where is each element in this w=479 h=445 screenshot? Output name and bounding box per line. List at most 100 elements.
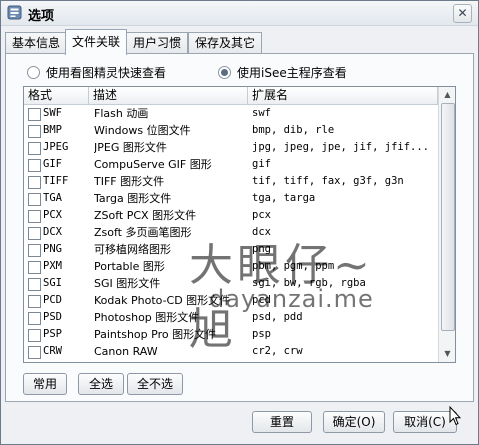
row-checkbox[interactable] <box>28 125 41 138</box>
row-checkbox[interactable] <box>28 295 41 308</box>
table-row[interactable]: CRW Canon RAW cr2, crw <box>24 343 438 360</box>
tab-save-and-other[interactable]: 保存及其它 <box>188 32 263 54</box>
column-header-extensions[interactable]: 扩展名 <box>248 87 438 104</box>
tab-file-association[interactable]: 文件关联 <box>65 29 128 55</box>
table-row[interactable]: PNG 可移植网络图形 png <box>24 241 438 258</box>
cell-description: ZSoft PCX 图形文件 <box>94 209 197 222</box>
table-row[interactable]: JPEG JPEG 图形文件 jpg, jpeg, jpe, jif, jfif..… <box>24 139 438 156</box>
select-all-button[interactable]: 全选 <box>78 373 124 395</box>
cell-extensions: sgi, bw, rgb, rgba <box>252 277 366 289</box>
settings-icon <box>7 5 22 20</box>
cancel-button[interactable]: 取消(C) <box>393 411 457 433</box>
reset-button[interactable]: 重置 <box>252 411 312 433</box>
cell-description: TIFF 图形文件 <box>94 175 165 188</box>
cell-format: DCX <box>43 226 62 238</box>
scroll-down-icon[interactable]: ▼ <box>441 347 454 360</box>
window-title: 选项 <box>28 9 55 24</box>
row-checkbox[interactable] <box>28 193 41 206</box>
row-checkbox[interactable] <box>28 329 41 342</box>
cell-description: Windows 位图文件 <box>94 124 191 137</box>
cell-extensions: psd, pdd <box>252 311 303 323</box>
table-row[interactable]: DCX Zsoft 多页画笔图形 dcx <box>24 224 438 241</box>
close-icon: ✕ <box>457 6 468 20</box>
cell-description: 可移植网络图形 <box>94 243 171 256</box>
row-checkbox[interactable] <box>28 159 41 172</box>
cell-extensions: tif, tiff, fax, g3f, g3n <box>252 175 404 187</box>
cell-extensions: swf <box>252 107 271 119</box>
row-checkbox[interactable] <box>28 346 41 359</box>
cell-format: PNG <box>43 243 62 255</box>
cell-description: JPEG 图形文件 <box>94 141 167 154</box>
cell-extensions: png <box>252 243 271 255</box>
table-row[interactable]: BMP Windows 位图文件 bmp, dib, rle <box>24 122 438 139</box>
table-row[interactable]: PXM Portable 图形 pbm, pgm, ppm <box>24 258 438 275</box>
cell-extensions: bmp, dib, rle <box>252 124 335 136</box>
table-row[interactable]: NEF Nikon RAW NEF nef <box>24 360 438 362</box>
cell-extensions: tga, targa <box>252 192 316 204</box>
column-header-description[interactable]: 描述 <box>89 87 248 104</box>
row-checkbox[interactable] <box>28 312 41 325</box>
radio-quick-view[interactable]: 使用看图精灵快速查看 <box>27 64 166 80</box>
cell-description: SGI 图形文件 <box>94 277 161 290</box>
radio-isee-main[interactable]: 使用iSee主程序查看 <box>218 64 347 80</box>
radio-button-selected[interactable] <box>218 65 231 79</box>
cell-format: PCD <box>43 294 62 306</box>
cell-description: Photoshop 图形文件 <box>94 311 200 324</box>
cell-description: Zsoft 多页画笔图形 <box>94 226 192 239</box>
table-row[interactable]: TIFF TIFF 图形文件 tif, tiff, fax, g3f, g3n <box>24 173 438 190</box>
common-button[interactable]: 常用 <box>23 373 67 395</box>
cell-format: NEF <box>43 360 89 362</box>
table-row[interactable]: PSD Photoshop 图形文件 psd, pdd <box>24 309 438 326</box>
cell-extensions: nef <box>252 360 438 362</box>
table-row[interactable]: SGI SGI 图形文件 sgi, bw, rgb, rgba <box>24 275 438 292</box>
mouse-cursor-icon <box>449 406 461 426</box>
cell-description: Canon RAW <box>94 345 158 358</box>
cell-description: Nikon RAW NEF <box>94 360 248 362</box>
row-checkbox[interactable] <box>28 244 41 257</box>
cell-extensions: gif <box>252 158 271 170</box>
file-association-panel: 使用看图精灵快速查看 使用iSee主程序查看 格式 描述 扩展名 SWF Flas… <box>5 53 474 402</box>
cell-description: Paintshop Pro 图形文件 <box>94 328 217 341</box>
close-button[interactable]: ✕ <box>453 4 472 23</box>
list-rows: SWF Flash 动画 swf BMP Windows 位图文件 bmp, dib, r… <box>24 105 438 362</box>
select-none-button[interactable]: 全不选 <box>127 373 183 395</box>
table-row[interactable]: PSP Paintshop Pro 图形文件 psp <box>24 326 438 343</box>
title-bar[interactable]: 选项 ✕ <box>1 1 478 26</box>
cell-format: SGI <box>43 277 62 289</box>
row-checkbox[interactable] <box>28 210 41 223</box>
column-header-format[interactable]: 格式 <box>24 87 89 104</box>
cell-description: Flash 动画 <box>94 107 149 120</box>
row-checkbox[interactable] <box>28 278 41 291</box>
cell-format: PSD <box>43 311 62 323</box>
scroll-up-icon[interactable]: ▲ <box>441 88 454 101</box>
file-format-list[interactable]: 格式 描述 扩展名 SWF Flash 动画 swf BMP Windows 位图文件 b… <box>23 86 456 363</box>
cell-extensions: pcd <box>252 294 271 306</box>
table-row[interactable]: TGA Targa 图形文件 tga, targa <box>24 190 438 207</box>
table-row[interactable]: PCX ZSoft PCX 图形文件 pcx <box>24 207 438 224</box>
cell-format: PSP <box>43 328 62 340</box>
vertical-scrollbar[interactable]: ▲ ▼ <box>438 87 455 362</box>
cell-extensions: psp <box>252 328 271 340</box>
row-checkbox[interactable] <box>28 176 41 189</box>
cell-extensions: dcx <box>252 226 271 238</box>
cell-format: PXM <box>43 260 62 272</box>
ok-button[interactable]: 确定(O) <box>323 411 385 433</box>
row-checkbox[interactable] <box>28 261 41 274</box>
table-row[interactable]: PCD Kodak Photo-CD 图形文件 pcd <box>24 292 438 309</box>
cell-extensions: pbm, pgm, ppm <box>252 260 335 272</box>
tab-basic-info[interactable]: 基本信息 <box>5 32 68 54</box>
row-checkbox[interactable] <box>28 227 41 240</box>
table-row[interactable]: SWF Flash 动画 swf <box>24 105 438 122</box>
cell-format: SWF <box>43 107 62 119</box>
tab-user-habits[interactable]: 用户习惯 <box>126 32 189 54</box>
cell-format: TGA <box>43 192 62 204</box>
cell-format: PCX <box>43 209 62 221</box>
cell-format: JPEG <box>43 141 69 153</box>
radio-label: 使用iSee主程序查看 <box>237 65 347 80</box>
scrollbar-thumb[interactable] <box>441 103 455 331</box>
row-checkbox[interactable] <box>28 108 41 121</box>
table-row[interactable]: GIF CompuServe GIF 图形 gif <box>24 156 438 173</box>
cell-format: BMP <box>43 124 62 136</box>
row-checkbox[interactable] <box>28 142 41 155</box>
radio-button[interactable] <box>27 65 40 79</box>
